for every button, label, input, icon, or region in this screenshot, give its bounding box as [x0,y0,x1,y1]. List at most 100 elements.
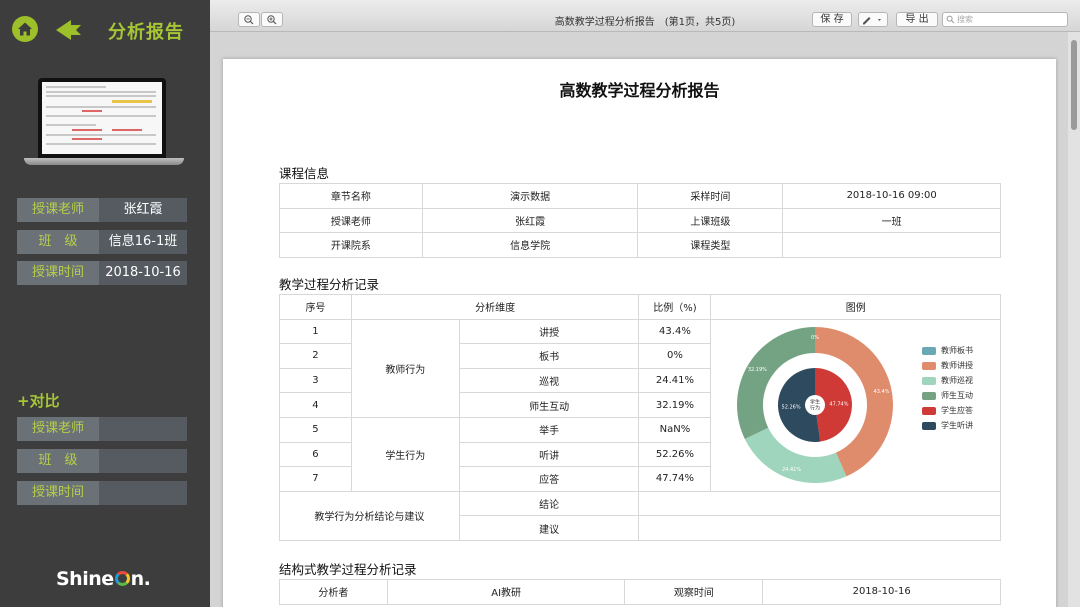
legend-label: 学生应答 [941,406,973,415]
table-cell: 2018-10-16 [762,579,1001,605]
sidebar: 分析报告 授课老师 张红霞 班 级 信息16-1班 授课时间 2018-10-1… [0,0,210,607]
laptop-base [24,158,184,165]
row-number: 4 [279,392,352,418]
row-number: 1 [279,318,352,345]
table-cell: 一班 [782,207,1001,234]
back-arrow-icon[interactable] [54,18,84,42]
table-cell: 2018-10-16 09:00 [782,183,1001,209]
legend-swatch [922,391,936,400]
dimension-cell: 板书 [458,343,640,369]
scroll-thumb[interactable] [1071,40,1077,130]
legend-item[interactable]: 教师讲授 [922,358,973,373]
table-header-row: 序号 分析维度 比例（%) 图例 [279,294,1001,320]
table-cell: 演示数据 [421,183,639,209]
legend-swatch [922,361,936,370]
legend-item[interactable]: 学生听讲 [922,418,973,433]
home-icon[interactable] [12,16,38,42]
compare-row-time[interactable]: 授课时间 [17,481,187,505]
compare-add-button[interactable]: +对比 [17,390,60,411]
conclusion-label: 教学行为分析结论与建议 [279,490,460,541]
ratio-cell: 32.19% [638,392,712,418]
outer-slice-label: 24.41% [782,467,801,473]
info-label: 授课老师 [17,198,99,222]
outer-slice-label: 0% [811,335,819,341]
search-input[interactable]: 搜索 [942,12,1068,27]
table-cell: 采样时间 [637,183,784,209]
structured-table: 分析者 AI教研 观察时间 2018-10-16 [279,579,1001,605]
document-viewer: 高数教学过程分析报告 (第1页，共5页) 保 存 导 出 搜索 高数教学过程分析… [210,0,1080,607]
table-cell: 开课院系 [279,232,423,258]
ratio-cell: 24.41% [638,367,712,394]
inner-slice-label: 47.74% [829,401,848,407]
info-value: 信息16-1班 [99,230,187,254]
laptop-screen [38,78,166,158]
legend-label: 学生听讲 [941,421,973,430]
legend-item[interactable]: 师生互动 [922,388,973,403]
report-title: 高数教学过程分析报告 [559,81,720,100]
export-button[interactable]: 导 出 [896,12,938,27]
column-header: 序号 [279,294,352,320]
row-number: 3 [279,367,352,394]
dimension-cell: 讲授 [458,318,640,345]
column-header: 分析维度 [350,294,640,320]
info-label: 班 级 [17,230,99,254]
legend-item[interactable]: 学生应答 [922,403,973,418]
sidebar-title: 分析报告 [108,22,184,43]
outer-slice-label: 43.4% [874,389,890,395]
chart-legend: 教师板书 教师讲授教师巡视师生互动学生应答学生听讲 [922,343,973,433]
dimension-cell: 师生互动 [458,392,640,418]
outer-slice-label: 32.19% [748,367,767,373]
report-thumbnail[interactable] [24,76,184,168]
column-header: 图例 [710,294,1001,320]
compare-time-field[interactable] [99,481,187,505]
ratio-cell: 0% [638,343,712,369]
inner-slice-label: 52.26% [782,405,801,411]
center-label: 行为 [810,405,820,412]
legend-swatch [922,376,936,385]
table-cell: 上课班级 [637,207,784,234]
conclusion-value [638,515,1001,541]
compare-row-class[interactable]: 班 级 [17,449,187,473]
table-cell: 分析者 [279,579,388,605]
legend-item[interactable]: 教师巡视 [922,373,973,388]
row-number: 7 [279,466,352,492]
dimension-cell: 举手 [458,416,640,443]
sidebar-topbar: 分析报告 [0,0,210,60]
compare-teacher-field[interactable] [99,417,187,441]
table-row: 授课老师 张红霞 上课班级 一班 [279,207,1001,234]
compare-class-field[interactable] [99,449,187,473]
ratio-cell: 43.4% [638,318,712,345]
legend-swatch [922,406,936,415]
legend-swatch [922,421,936,430]
compare-label: 授课老师 [17,417,99,441]
legend-label: 教师巡视 [941,376,973,385]
conclusion-value [638,490,1001,517]
table-row: 分析者 AI教研 观察时间 2018-10-16 [279,579,1001,605]
conclusion-item: 结论 [458,490,640,517]
row-number: 6 [279,441,352,468]
structured-title: 结构式教学过程分析记录 [279,562,417,577]
course-info-table: 章节名称 演示数据 采样时间 2018-10-16 09:00 授课老师 张红霞… [279,183,1001,258]
vertical-scrollbar[interactable] [1068,32,1080,607]
conclusion-item: 建议 [458,515,640,541]
course-info-title: 课程信息 [279,166,330,181]
legend-item[interactable]: 教师板书 [922,343,973,358]
dimension-cell: 听讲 [458,441,640,468]
group-cell: 教师行为 [350,318,460,418]
column-header: 比例（%) [638,294,712,320]
report-page: 高数教学过程分析报告 课程信息 章节名称 演示数据 采样时间 2018-10-1… [223,59,1056,607]
behavior-donut-chart: 0% 43.4% 24.41% 32.19% 47.74% 52.26% 学生行为 [737,327,893,483]
table-cell: 课程类型 [637,232,784,258]
compare-label: 授课时间 [17,481,99,505]
table-cell: AI教研 [386,579,626,605]
group-cell: 学生行为 [350,416,460,492]
compare-row-teacher[interactable]: 授课老师 [17,417,187,441]
ratio-cell: 47.74% [638,466,712,492]
table-cell: 张红霞 [421,207,639,234]
ratio-cell: 52.26% [638,441,712,468]
legend-label: 师生互动 [941,391,973,400]
info-label: 授课时间 [17,261,99,285]
table-row: 教学行为分析结论与建议 结论 [279,490,1001,541]
annotate-pen-icon[interactable] [858,12,888,27]
save-button[interactable]: 保 存 [812,12,852,27]
